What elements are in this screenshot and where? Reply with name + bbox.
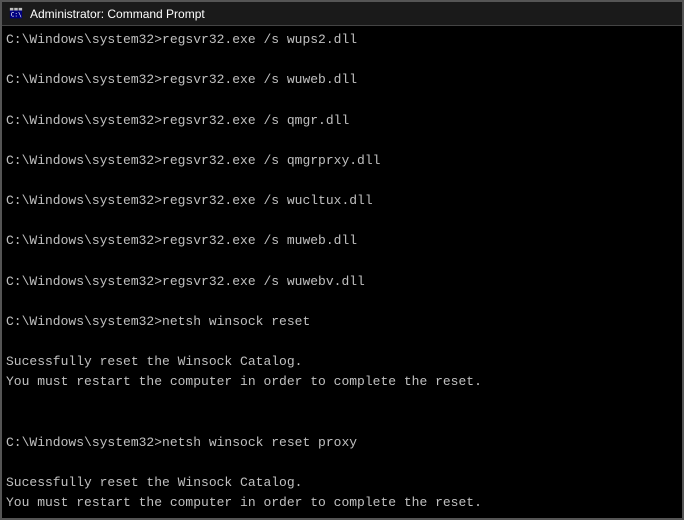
console-line: C:\Windows\system32>regsvr32.exe /s muwe… xyxy=(6,231,678,251)
cmd-icon: C:\ xyxy=(8,6,24,22)
console-line: Sucessfully reset the Winsock Catalog. xyxy=(6,473,678,493)
console-line: You must restart the computer in order t… xyxy=(6,372,678,392)
console-line: C:\Windows\system32>regsvr32.exe /s wucl… xyxy=(6,191,678,211)
title-bar: C:\ Administrator: Command Prompt xyxy=(2,2,682,26)
console-line: C:\Windows\system32>regsvr32.exe /s qmgr… xyxy=(6,111,678,131)
console-line: C:\Windows\system32>regsvr32.exe /s wuwe… xyxy=(6,272,678,292)
console-output[interactable]: C:\Windows\system32>regsvr32.exe /s wups… xyxy=(2,26,682,518)
console-line: Sucessfully reset the Winsock Catalog. xyxy=(6,352,678,372)
console-line: C:\Windows\system32>netsh winsock reset … xyxy=(6,433,678,453)
console-line: C:\Windows\system32>regsvr32.exe /s wups… xyxy=(6,30,678,50)
title-bar-text: Administrator: Command Prompt xyxy=(30,7,676,21)
console-line: C:\Windows\system32>regsvr32.exe /s wuwe… xyxy=(6,70,678,90)
console-line: C:\Windows\system32>netsh winsock reset xyxy=(6,312,678,332)
console-line: You must restart the computer in order t… xyxy=(6,493,678,513)
command-prompt-window: C:\ Administrator: Command Prompt C:\Win… xyxy=(0,0,684,520)
console-line: C:\Windows\system32>regsvr32.exe /s qmgr… xyxy=(6,151,678,171)
svg-text:C:\: C:\ xyxy=(11,11,22,18)
